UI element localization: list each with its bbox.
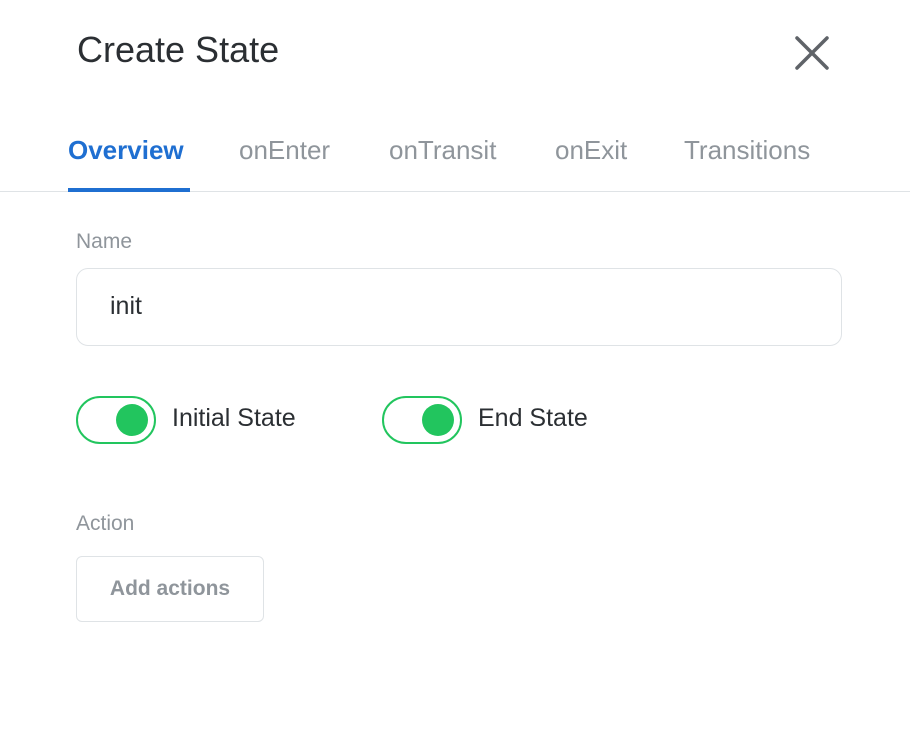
- tab-overview[interactable]: Overview: [68, 133, 184, 167]
- initial-state-toggle[interactable]: [76, 396, 156, 444]
- close-icon[interactable]: [792, 33, 832, 73]
- end-state-toggle[interactable]: [382, 396, 462, 444]
- name-field[interactable]: init: [76, 268, 842, 346]
- tab-onenter[interactable]: onEnter: [239, 133, 330, 167]
- toggle-knob: [116, 404, 148, 436]
- active-tab-indicator: [68, 188, 190, 192]
- action-label: Action: [76, 512, 135, 535]
- page-title: Create State: [77, 29, 280, 70]
- tab-ontransit[interactable]: onTransit: [389, 133, 496, 167]
- tab-onexit[interactable]: onExit: [555, 133, 627, 167]
- end-state-label: End State: [478, 404, 588, 432]
- toggle-knob: [422, 404, 454, 436]
- add-actions-button[interactable]: Add actions: [76, 556, 264, 622]
- tab-transitions[interactable]: Transitions: [684, 133, 810, 167]
- name-label: Name: [76, 230, 133, 253]
- initial-state-label: Initial State: [172, 404, 296, 432]
- tab-bar: Overview onEnter onTransit onExit Transi…: [0, 125, 910, 192]
